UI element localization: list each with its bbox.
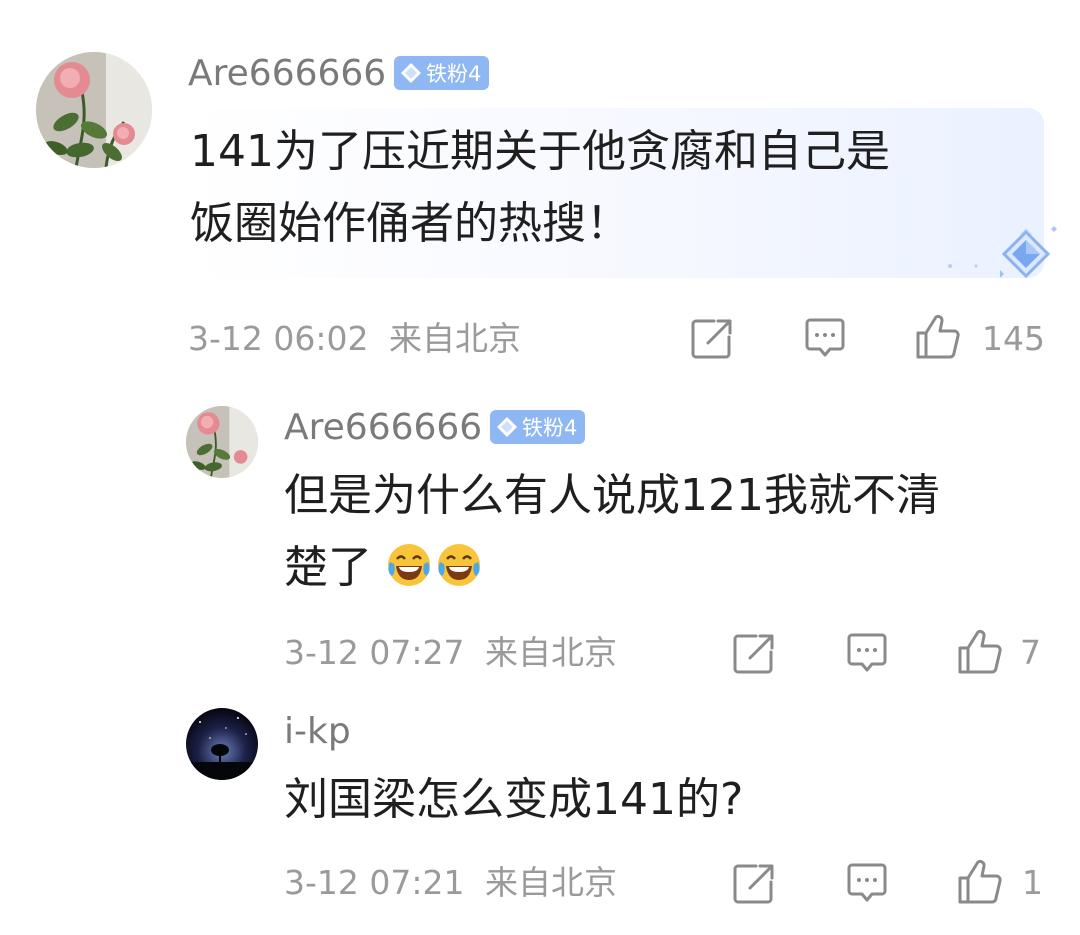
comment-text: 但是为什么有人说成121我就不清 楚了 — [284, 460, 940, 604]
comment-text-line: 141为了压近期关于他贪腐和自己是 — [190, 126, 890, 177]
comment-icon[interactable] — [845, 862, 889, 906]
comment-text: 刘国梁怎么变成141的? — [284, 764, 743, 836]
comment-icon[interactable] — [803, 317, 847, 361]
like-icon[interactable] — [956, 858, 1004, 906]
forward-icon[interactable] — [732, 632, 776, 676]
avatar[interactable] — [186, 708, 258, 780]
like-count: 7 — [1020, 633, 1041, 672]
location: 来自北京 — [389, 319, 521, 358]
comment-text: 141为了压近期关于他贪腐和自己是 饭圈始作俑者的热搜！ — [190, 116, 890, 260]
comment-meta: 3-12 07:21 来自北京 — [284, 866, 617, 899]
like-count: 145 — [982, 319, 1045, 358]
badge-label: 铁粉4 — [522, 416, 578, 440]
badge-label: 铁粉4 — [426, 62, 482, 86]
comment-text-line: 饭圈始作俑者的热搜！ — [190, 198, 630, 249]
timestamp: 3-12 06:02 — [188, 319, 369, 358]
username[interactable]: i-kp — [284, 714, 351, 750]
comment-meta: 3-12 07:27 来自北京 — [284, 636, 617, 669]
fan-level-badge[interactable]: 铁粉4 — [490, 410, 586, 444]
username[interactable]: Are666666 — [284, 410, 482, 446]
timestamp: 3-12 07:27 — [284, 633, 465, 672]
forward-icon[interactable] — [732, 862, 776, 906]
diamond-decoration-icon — [948, 226, 1057, 279]
avatar[interactable] — [36, 52, 152, 168]
location: 来自北京 — [485, 633, 617, 672]
comment-text-line: 但是为什么有人说成121我就不清 — [284, 470, 940, 521]
comment-meta: 3-12 06:02 来自北京 — [188, 322, 521, 355]
flower-avatar — [36, 52, 152, 168]
username[interactable]: Are666666 — [188, 56, 386, 92]
laugh-cry-emoji — [388, 544, 430, 586]
timestamp: 3-12 07:21 — [284, 863, 465, 902]
avatar[interactable] — [186, 406, 258, 478]
like-icon[interactable] — [956, 628, 1004, 676]
location: 来自北京 — [485, 863, 617, 902]
flower-avatar — [186, 406, 258, 478]
diamond-badge-icon — [496, 416, 518, 438]
comment-text-line: 刘国梁怎么变成141的? — [284, 774, 744, 825]
fan-level-badge[interactable]: 铁粉4 — [394, 56, 490, 90]
comment-icon[interactable] — [845, 632, 889, 676]
comment-text-line-wrap: 楚了 — [284, 532, 940, 604]
night-tree-avatar — [186, 708, 258, 780]
like-count: 1 — [1022, 863, 1043, 902]
diamond-badge-icon — [400, 62, 422, 84]
comment-text-line: 楚了 — [284, 542, 372, 593]
forward-icon[interactable] — [690, 317, 734, 361]
like-icon[interactable] — [914, 313, 962, 361]
laugh-cry-emoji — [438, 544, 480, 586]
